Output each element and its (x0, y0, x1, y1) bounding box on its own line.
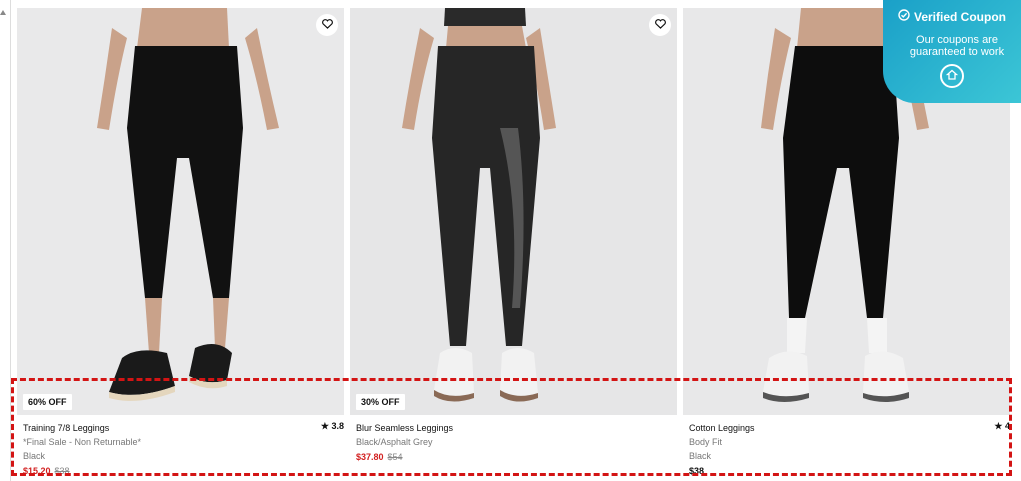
coupon-title: Verified Coupon (883, 9, 1021, 24)
product-image-blur-seamless-leggings[interactable]: 30% OFF (350, 8, 677, 415)
star-icon: ★ (994, 421, 1003, 431)
product-card-blur-seamless-leggings[interactable]: 30% OFF Blur Seamless Leggings Black/Asp… (350, 8, 677, 478)
product-color: Black (23, 451, 46, 461)
model-leggings-image (350, 8, 677, 415)
coupon-title-text: Verified Coupon (913, 9, 1006, 24)
product-rating: ★ 3.8 (321, 421, 344, 432)
sale-price: $37.80 (356, 452, 384, 462)
wishlist-button[interactable] (649, 14, 671, 36)
product-color: Black/Asphalt Grey (356, 437, 433, 447)
product-name[interactable]: Cotton Leggings (689, 421, 1010, 435)
discount-badge: 60% OFF (23, 394, 72, 410)
wishlist-button[interactable] (316, 14, 338, 36)
product-price: $38 (689, 464, 1010, 478)
heart-icon (321, 16, 333, 34)
scroll-up-caret[interactable] (0, 10, 6, 15)
product-name[interactable]: Training 7/8 Leggings (23, 421, 344, 435)
rating-value: 3.8 (331, 421, 344, 431)
original-price: $38 (54, 466, 70, 476)
coupon-description: Our coupons are guaranteed to work (909, 34, 1005, 58)
check-circle-icon (898, 9, 910, 24)
verified-coupon-banner[interactable]: Verified Coupon Our coupons are guarante… (883, 0, 1021, 103)
home-icon (945, 67, 959, 85)
product-price: $37.80 $54 (356, 450, 677, 464)
regular-price: $38 (689, 466, 705, 476)
home-button[interactable] (940, 64, 964, 88)
original-price: $54 (387, 452, 403, 462)
rating-value: 4 (1004, 421, 1010, 431)
discount-badge: 30% OFF (356, 394, 405, 410)
star-icon: ★ (320, 421, 329, 431)
product-rating: ★ 4 (994, 421, 1010, 432)
heart-icon (654, 16, 666, 34)
sale-price: $15.20 (23, 466, 51, 476)
product-price: $15.20 $38 (23, 464, 344, 478)
product-note: Body Fit (689, 437, 723, 447)
product-color: Black (689, 451, 712, 461)
product-note: *Final Sale - Non Returnable* (23, 437, 142, 447)
product-image-training-leggings[interactable]: 60% OFF (17, 8, 344, 415)
model-leggings-image (17, 8, 344, 415)
product-card-training-leggings[interactable]: 60% OFF Training 7/8 Leggings *Final Sal… (17, 8, 344, 478)
scrollbar-track (10, 0, 11, 481)
product-name[interactable]: Blur Seamless Leggings (356, 421, 677, 435)
